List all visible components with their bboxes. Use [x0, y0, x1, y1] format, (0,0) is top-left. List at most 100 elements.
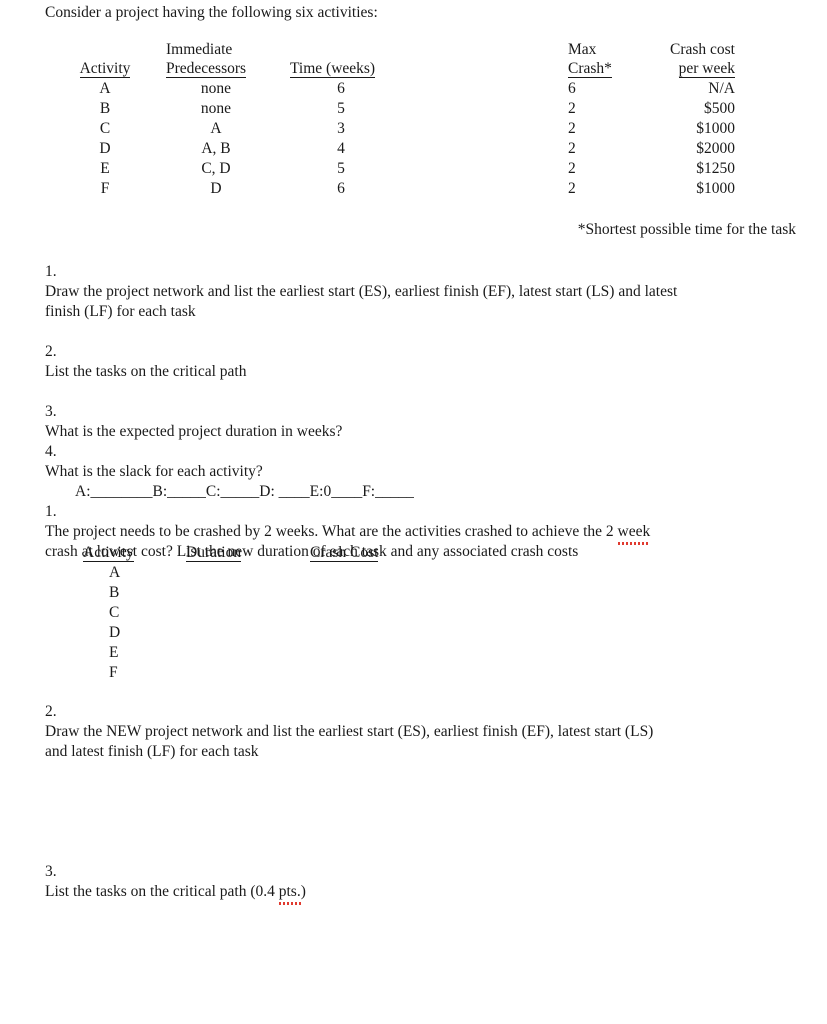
intro-text: Consider a project having the following …: [45, 4, 378, 21]
crash-header-duration-cell: Duration: [186, 543, 310, 563]
cell-max-crash: 6: [568, 80, 576, 97]
cell-activity: A: [99, 80, 111, 97]
question-4-body: What is the slack for each activity?: [45, 462, 827, 482]
header-per-week: per week: [678, 60, 735, 78]
cell-max-crash: 2: [568, 140, 576, 157]
cell-predecessors: A, B: [201, 140, 231, 157]
question-1: 1. Draw the project network and list the…: [45, 262, 827, 322]
question-5-line-1: The project needs to be crashed by 2 wee…: [45, 522, 827, 545]
activity-table: Immediate Max Crash cost Activity Predec…: [0, 40, 827, 199]
cell-predecessors: none: [200, 100, 232, 117]
cell-crash-cost: $500: [704, 100, 735, 117]
table-header-row-top: Immediate Max Crash cost: [0, 40, 735, 59]
crash-header-activity-cell: Activity: [83, 543, 186, 563]
cell-predecessors: A: [210, 120, 222, 137]
question-4-number: 4.: [45, 443, 57, 460]
crash-cell-duration: [186, 603, 310, 623]
cell-crash-cost: $1250: [696, 160, 735, 177]
crash-cell-activity: B: [109, 584, 120, 601]
cell-predecessors: D: [210, 180, 222, 197]
cell-time: 6: [337, 180, 345, 197]
header-activity-cell: Activity: [0, 59, 166, 79]
question-5-number: 1.: [45, 503, 57, 520]
header-crash-cost: Crash cost: [669, 41, 735, 58]
question-2: 2. List the tasks on the critical path: [45, 342, 827, 382]
question-6-line-2: and latest finish (LF) for each task: [45, 743, 259, 760]
header-time-cell: Time (weeks): [290, 59, 428, 79]
crash-cell-cost: [310, 663, 420, 683]
header-activity: Activity: [79, 60, 131, 78]
header-time: Time (weeks): [290, 60, 376, 78]
crash-cell-cost: [310, 603, 420, 623]
cell-crash-cost: N/A: [708, 80, 735, 97]
table-row: E C, D 5 2 $1250: [0, 159, 735, 179]
table-row: F D 6 2 $1000: [0, 179, 735, 199]
crash-table-row: F: [83, 663, 420, 683]
spellcheck-word-pts: pts.: [278, 883, 301, 905]
crash-cell-duration: [186, 663, 310, 683]
cell-predecessors: none: [200, 80, 232, 97]
cell-max-crash: 2: [568, 100, 576, 117]
crash-answer-table: Activity Duration Crash Cost A B C D E F: [83, 543, 420, 683]
header-per-week-cell: per week: [640, 59, 735, 79]
header-crash-cell: Crash*: [568, 59, 640, 79]
cell-time: 6: [337, 80, 345, 97]
question-3-body: What is the expected project duration in…: [45, 422, 827, 442]
cell-max-crash: 2: [568, 160, 576, 177]
table-footnote: *Shortest possible time for the task: [577, 221, 796, 238]
cell-crash-cost: $2000: [696, 140, 735, 157]
document-page: Consider a project having the following …: [0, 0, 827, 1024]
crash-cell-activity: A: [109, 564, 121, 581]
question-7-line-1: List the tasks on the critical path (0.4…: [45, 882, 827, 905]
question-2-body: List the tasks on the critical path: [45, 362, 827, 382]
cell-crash-cost: $1000: [696, 180, 735, 197]
header-cell-blank-2: [290, 40, 428, 59]
header-max: Max: [568, 41, 597, 58]
question-7-body: List the tasks on the critical path (0.4…: [45, 882, 827, 905]
cell-max-crash: 2: [568, 120, 576, 137]
header-crash: Crash*: [568, 60, 612, 78]
question-1-body: Draw the project network and list the ea…: [45, 282, 827, 322]
cell-gap: [428, 99, 568, 119]
cell-predecessors: C, D: [201, 160, 231, 177]
crash-header-crash-cost: Crash Cost: [310, 544, 379, 562]
question-3: 3. What is the expected project duration…: [45, 402, 827, 442]
question-6: 2. Draw the NEW project network and list…: [45, 702, 827, 762]
question-7: 3. List the tasks on the critical path (…: [45, 862, 827, 905]
crash-header-row: Activity Duration Crash Cost: [83, 543, 420, 563]
cell-time: 3: [337, 120, 345, 137]
cell-gap: [428, 79, 568, 99]
table-row: C A 3 2 $1000: [0, 119, 735, 139]
crash-cell-activity: E: [109, 644, 119, 661]
question-3-number: 3.: [45, 403, 57, 420]
cell-gap: [428, 139, 568, 159]
question-2-number: 2.: [45, 343, 57, 360]
header-gap-cell: [428, 59, 568, 79]
question-4-line-1: What is the slack for each activity?: [45, 463, 263, 480]
header-cell-gap: [428, 40, 568, 59]
cell-activity: E: [100, 160, 110, 177]
question-1-line-2: finish (LF) for each task: [45, 303, 196, 320]
cell-activity: D: [99, 140, 111, 157]
question-2-line-1: List the tasks on the critical path: [45, 363, 247, 380]
cell-time: 5: [337, 100, 345, 117]
crash-table-row: C: [83, 603, 420, 623]
cell-gap: [428, 179, 568, 199]
question-6-number: 2.: [45, 703, 57, 720]
table-row: D A, B 4 2 $2000: [0, 139, 735, 159]
question-1-line-1: Draw the project network and list the ea…: [45, 283, 678, 300]
crash-cell-activity: D: [109, 624, 121, 641]
header-predecessors-cell: Predecessors: [166, 59, 290, 79]
crash-cell-cost: [310, 563, 420, 583]
cell-time: 4: [337, 140, 345, 157]
crash-header-duration: Duration: [186, 544, 242, 562]
question-3-line-1: What is the expected project duration in…: [45, 423, 343, 440]
cell-time: 5: [337, 160, 345, 177]
cell-activity: C: [99, 120, 111, 137]
question-6-line-1: Draw the NEW project network and list th…: [45, 723, 654, 740]
crash-cell-activity: F: [109, 664, 118, 681]
crash-table-row: E: [83, 643, 420, 663]
cell-activity: F: [100, 180, 110, 197]
cell-gap: [428, 119, 568, 139]
header-cell-blank: [0, 40, 166, 59]
